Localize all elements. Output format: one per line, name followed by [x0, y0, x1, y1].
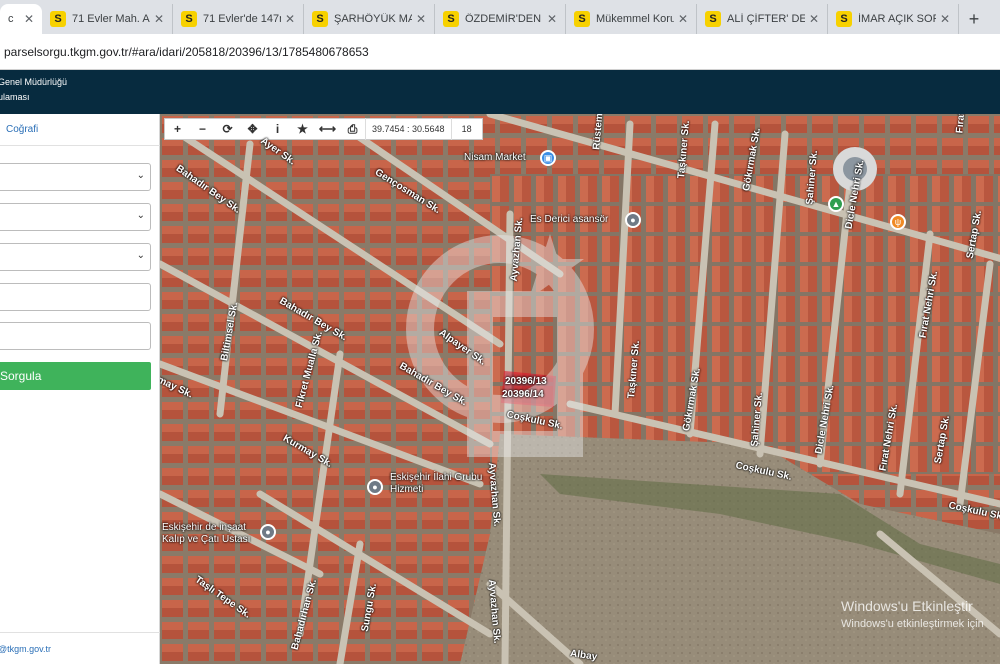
divider	[0, 632, 160, 633]
street-label: Fırat	[954, 114, 968, 134]
query-panel: Coğrafi ⌄ ⌄ ⌄ Sorgula @tkgm.gov.tr	[0, 114, 160, 664]
favicon-icon: S	[836, 11, 852, 27]
close-icon[interactable]: ✕	[809, 12, 819, 26]
poi-label: Eskişehir İlahi Grubu Hizmeti	[390, 472, 483, 495]
measure-icon[interactable]: ⟷	[315, 122, 340, 136]
location-pin-icon[interactable]: ●	[625, 212, 641, 228]
neighborhood-select[interactable]: ⌄	[0, 243, 151, 271]
province-select[interactable]: ⌄	[0, 163, 151, 191]
close-icon[interactable]: ✕	[678, 12, 688, 26]
favicon-icon: S	[50, 11, 66, 27]
close-icon[interactable]: ✕	[416, 12, 426, 26]
refresh-icon[interactable]: ⟳	[215, 122, 240, 136]
poi-label: Es Derici asansör	[530, 214, 609, 225]
close-icon[interactable]: ✕	[940, 12, 950, 26]
favicon-icon: S	[574, 11, 590, 27]
map-toolbar: + − ⟳ ✥ i ★ ⟷ ⎙ 39.7454 : 30.5648 18	[164, 118, 483, 140]
browser-tab[interactable]: S ÖZDEMİR'DEN Ş ✕	[435, 4, 566, 34]
parcel-label[interactable]: 20396/13	[505, 376, 547, 388]
browser-tab[interactable]: S 71 Evler Mah. Ar ✕	[42, 4, 173, 34]
close-icon[interactable]: ✕	[547, 12, 557, 26]
map-imagery	[160, 114, 1000, 664]
star-icon[interactable]: ★	[290, 122, 315, 136]
parcel-input[interactable]	[0, 322, 151, 350]
tab-cografi[interactable]: Coğrafi	[6, 124, 38, 135]
new-tab-button[interactable]: +	[959, 4, 989, 34]
coordinate-readout: 39.7454 : 30.5648	[365, 118, 451, 140]
tab-title: 71 Evler Mah. Ar	[72, 13, 150, 25]
tab-title: Mükemmel Koru	[596, 13, 674, 25]
url-text[interactable]: parselsorgu.tkgm.gov.tr/#ara/idari/20581…	[0, 45, 369, 59]
district-select[interactable]: ⌄	[0, 203, 151, 231]
location-pin-icon[interactable]: ●	[260, 524, 276, 540]
restaurant-icon[interactable]: ψ	[890, 214, 906, 230]
park-icon[interactable]: ▲	[828, 196, 844, 212]
favicon-icon: S	[181, 11, 197, 27]
chevron-down-icon: ⌄	[136, 250, 145, 261]
browser-tab[interactable]: S Mükemmel Koru ✕	[566, 4, 697, 34]
tab-title: ALİ ÇİFTER' DEN	[727, 13, 805, 25]
poi-label: Nisam Market	[464, 152, 526, 163]
poi-label: Eskişehir de inşaat Kalıp ve Çatı Ustası	[162, 522, 251, 545]
tab-title: İMAR AÇIK SOR	[858, 13, 936, 25]
info-icon[interactable]: i	[265, 122, 290, 136]
footer-email-link[interactable]: @tkgm.gov.tr	[0, 644, 51, 654]
print-icon[interactable]: ⎙	[340, 122, 365, 137]
parcel-label[interactable]: 20396/14	[502, 389, 544, 401]
close-icon[interactable]: ✕	[154, 12, 164, 26]
shop-icon[interactable]: ▣	[540, 150, 556, 166]
locate-icon[interactable]: ✥	[240, 122, 265, 136]
browser-tab[interactable]: S ŞARHÖYÜK MAH ✕	[304, 4, 435, 34]
tab-title: 71 Evler'de 147m	[203, 13, 281, 25]
favicon-icon: S	[312, 11, 328, 27]
zoom-out-button[interactable]: −	[190, 122, 215, 136]
chevron-down-icon: ⌄	[136, 210, 145, 221]
close-icon[interactable]: ✕	[24, 12, 34, 26]
tab-title: c	[8, 13, 14, 25]
browser-tab[interactable]: S İMAR AÇIK SOR ✕	[828, 4, 959, 34]
browser-tab-active[interactable]: c ✕	[0, 4, 42, 34]
favicon-icon: S	[443, 11, 459, 27]
close-icon[interactable]: ✕	[285, 12, 295, 26]
favicon-icon: S	[705, 11, 721, 27]
windows-activation-title: Windows'u Etkinleştir	[841, 598, 973, 614]
location-pin-icon[interactable]: ●	[367, 479, 383, 495]
browser-tab-strip: c ✕ S 71 Evler Mah. Ar ✕ S 71 Evler'de 1…	[0, 0, 1000, 34]
satellite-map[interactable]: + − ⟳ ✥ i ★ ⟷ ⎙ 39.7454 : 30.5648 18 Gen…	[160, 114, 1000, 664]
tab-title: ŞARHÖYÜK MAH	[334, 13, 412, 25]
block-input[interactable]	[0, 283, 151, 311]
header-title-line2: ulaması	[0, 92, 30, 102]
divider	[0, 145, 160, 146]
browser-tab[interactable]: S ALİ ÇİFTER' DEN ✕	[697, 4, 828, 34]
zoom-in-button[interactable]: +	[165, 122, 190, 136]
site-header: Genel Müdürlüğü ulaması	[0, 70, 1000, 114]
tab-title: ÖZDEMİR'DEN Ş	[465, 13, 543, 25]
address-bar[interactable]: parselsorgu.tkgm.gov.tr/#ara/idari/20581…	[0, 34, 1000, 70]
browser-tab[interactable]: S 71 Evler'de 147m ✕	[173, 4, 304, 34]
header-title-line1: Genel Müdürlüğü	[0, 77, 68, 87]
chevron-down-icon: ⌄	[136, 170, 145, 181]
query-button[interactable]: Sorgula	[0, 362, 151, 390]
zoom-level: 18	[450, 118, 482, 140]
windows-activation-subtitle: Windows'u etkinleştirmek için	[841, 618, 984, 630]
